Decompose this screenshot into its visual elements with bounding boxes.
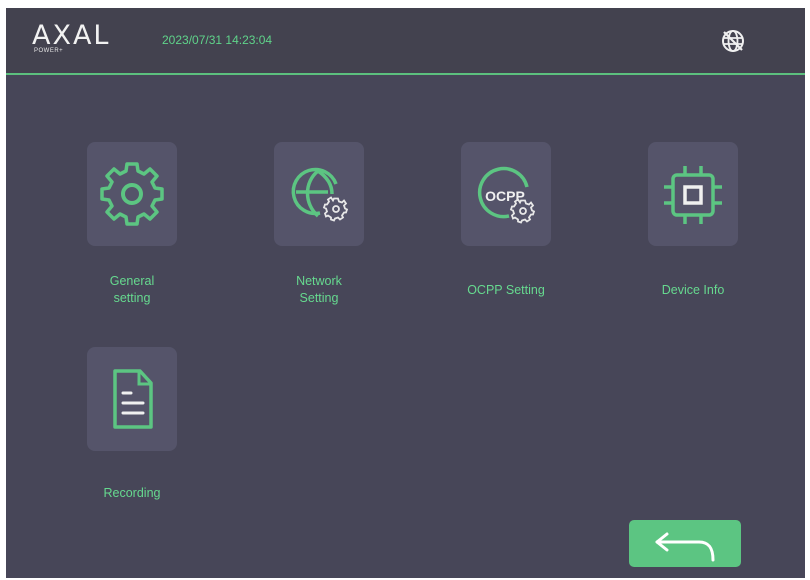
recording-label: Recording bbox=[62, 485, 202, 502]
ocpp-setting-button[interactable]: OCPP bbox=[461, 142, 551, 246]
general-setting-label: General setting bbox=[62, 273, 202, 307]
network-setting-label: Network Setting bbox=[249, 273, 389, 307]
device-info-label: Device Info bbox=[623, 282, 763, 299]
datetime-display: 2023/07/31 14:23:04 bbox=[162, 33, 273, 47]
general-setting-label-line1: General bbox=[109, 274, 155, 288]
network-setting-label-line2: Setting bbox=[299, 291, 339, 305]
ocpp-setting-label: OCPP Setting bbox=[436, 282, 576, 299]
ocpp-gear-icon: OCPP bbox=[477, 166, 536, 224]
network-setting-button[interactable] bbox=[274, 142, 364, 246]
document-icon bbox=[113, 369, 153, 429]
general-setting-label-line2: setting bbox=[113, 291, 151, 305]
network-setting-label-line1: Network bbox=[296, 274, 342, 288]
recording-label-line1: Recording bbox=[103, 486, 161, 500]
recording-button[interactable] bbox=[87, 347, 177, 451]
ocpp-setting-label-line1: OCPP Setting bbox=[467, 283, 545, 297]
top-bar: AXAL POWER+ 2023/07/31 14:23:04 bbox=[6, 8, 805, 74]
device-info-button[interactable] bbox=[648, 142, 738, 246]
header-divider bbox=[6, 73, 805, 75]
back-button[interactable] bbox=[629, 520, 741, 567]
logo-text: AXAL bbox=[32, 20, 111, 51]
return-arrow-icon bbox=[655, 532, 715, 562]
globe-gear-icon bbox=[291, 167, 349, 222]
settings-screen: AXAL POWER+ 2023/07/31 14:23:04 General … bbox=[6, 8, 805, 578]
device-info-label-line1: Device Info bbox=[661, 283, 725, 297]
gear-icon bbox=[100, 162, 164, 226]
axal-logo: AXAL POWER+ bbox=[32, 22, 132, 62]
general-setting-button[interactable] bbox=[87, 142, 177, 246]
globe-no-connection-icon bbox=[720, 28, 746, 54]
chip-icon bbox=[664, 166, 722, 224]
